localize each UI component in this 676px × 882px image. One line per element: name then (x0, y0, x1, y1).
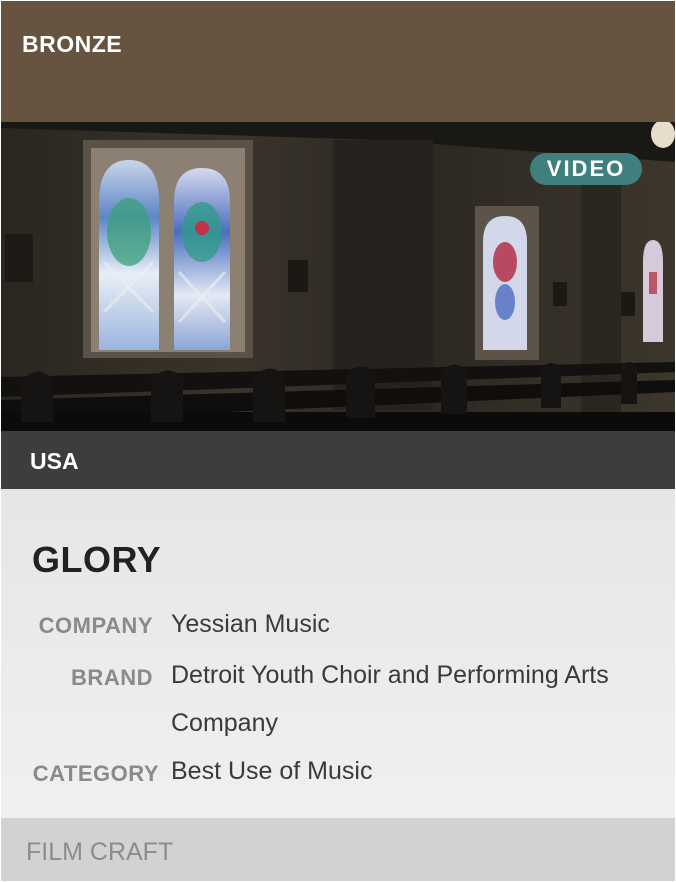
company-label: COMPANY (38, 613, 153, 638)
entry-card[interactable]: BRONZE USA GLORY COMPANY Yessian Music B… (1, 1, 675, 881)
category-label: CATEGORY (32, 761, 159, 786)
award-level: BRONZE (22, 31, 123, 57)
video-badge: VIDEO (530, 153, 642, 185)
entry-title[interactable]: GLORY (32, 539, 161, 581)
country-label: USA (30, 448, 79, 474)
category-value: Best Use of Music (171, 757, 373, 785)
award-header: BRONZE (1, 1, 675, 122)
entry-details: GLORY COMPANY Yessian Music BRAND Detroi… (1, 489, 675, 818)
section-bar: FILM CRAFT (1, 818, 675, 881)
company-value: Yessian Music (171, 610, 330, 638)
country-bar: USA (1, 431, 675, 489)
section-label: FILM CRAFT (26, 838, 174, 866)
brand-value: Detroit Youth Choir and Performing Arts … (171, 661, 609, 737)
brand-label: BRAND (71, 665, 153, 690)
